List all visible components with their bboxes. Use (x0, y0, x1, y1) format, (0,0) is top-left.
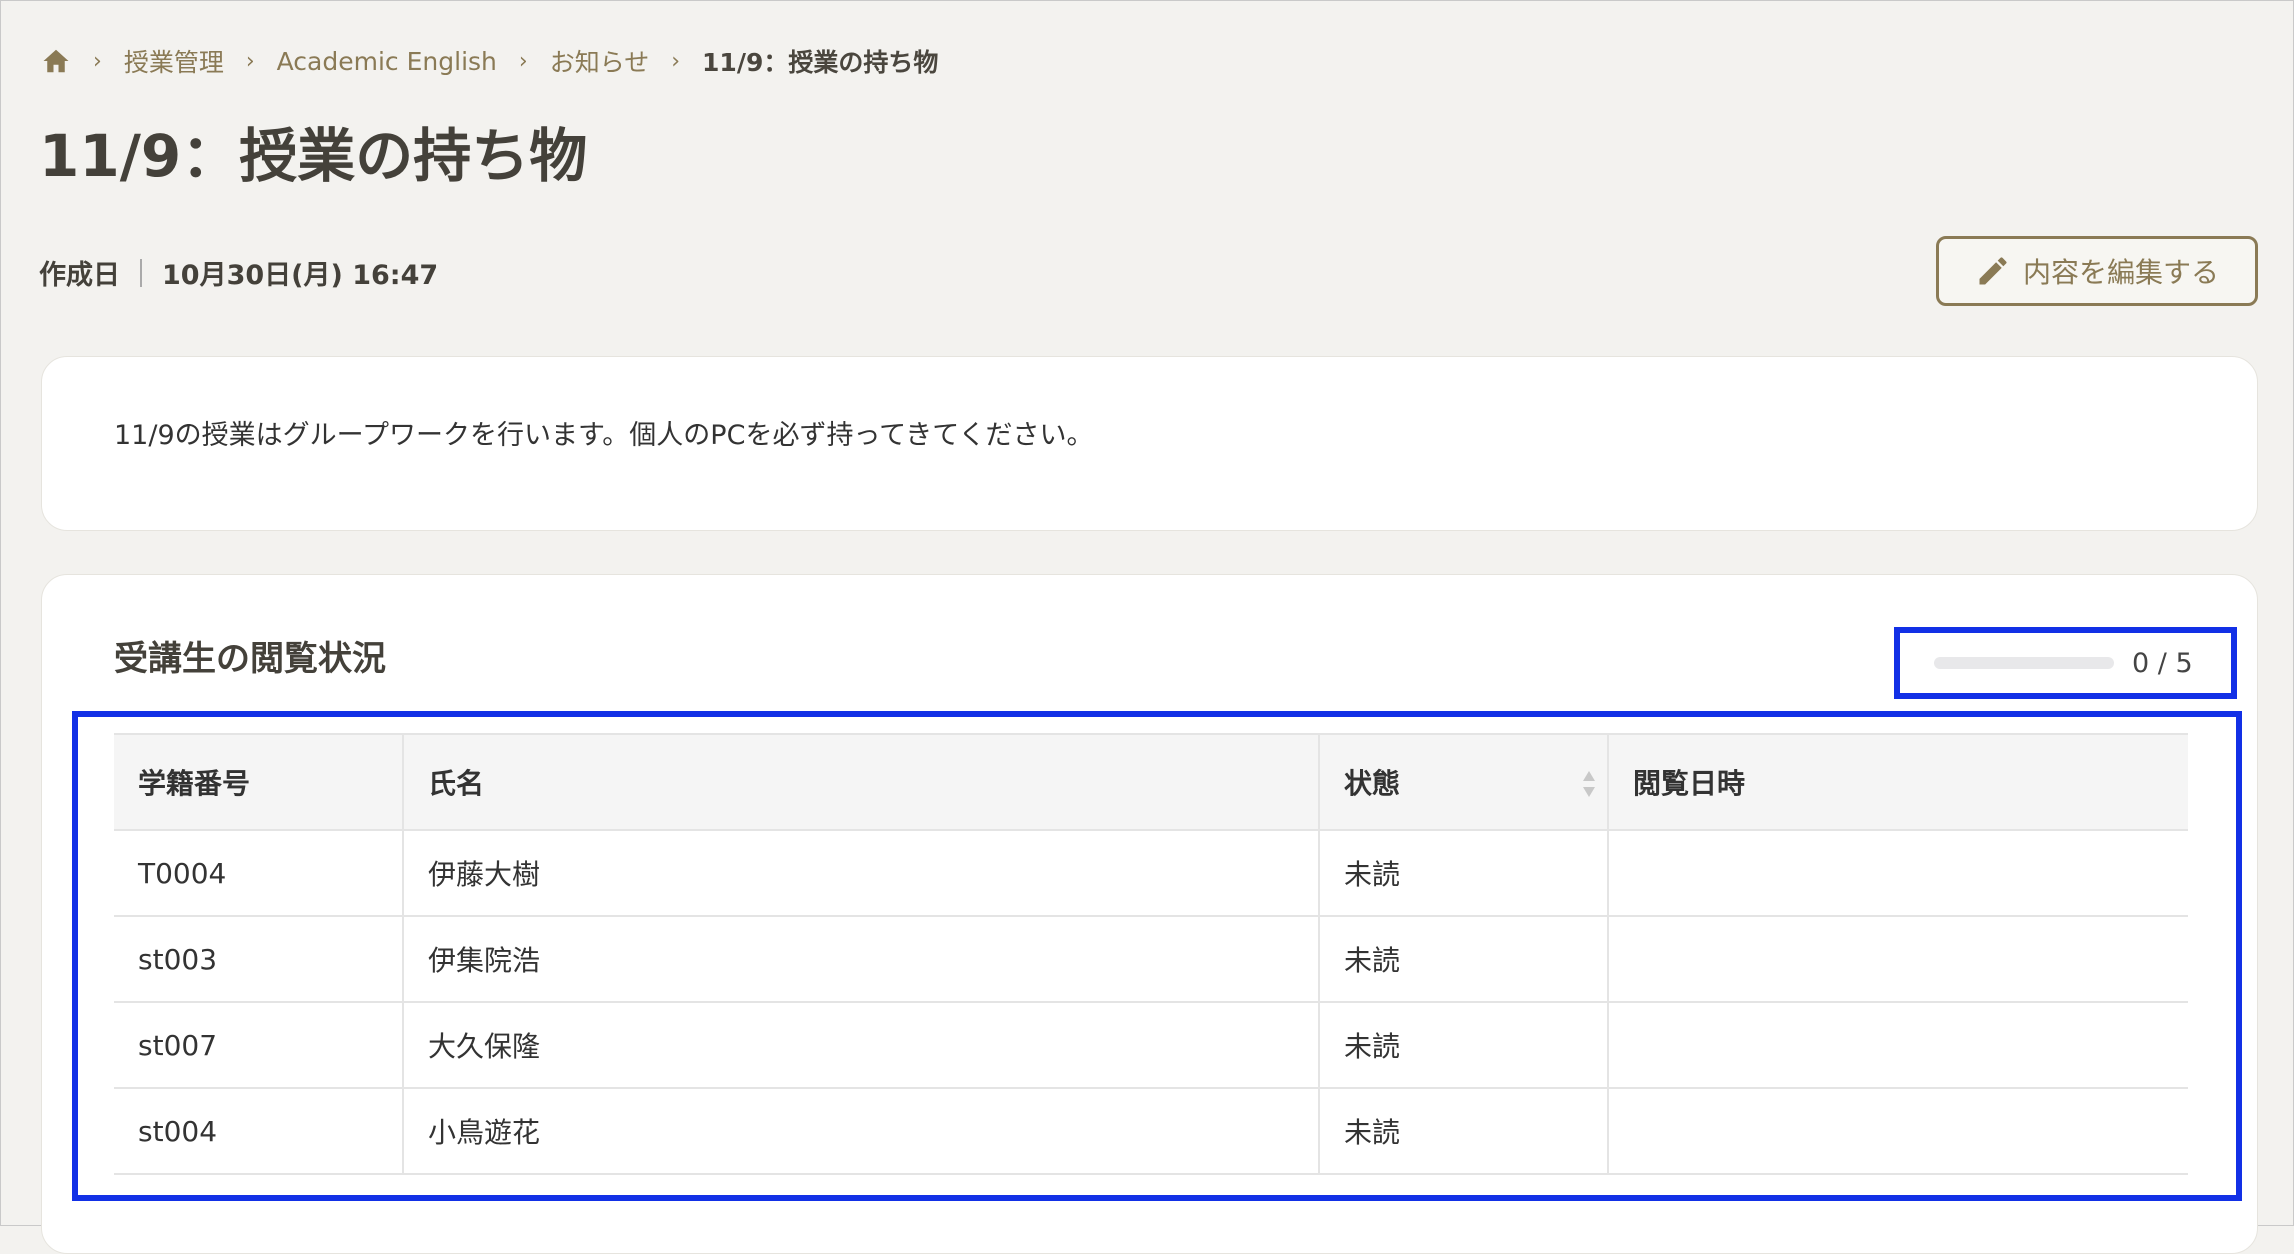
notice-message-card: 11/9の授業はグループワークを行います。個人のPCを必ず持ってきてください。 (41, 356, 2258, 531)
breadcrumb-current: 11/9：授業の持ち物 (702, 48, 939, 77)
cell-status: 未読 (1318, 916, 1608, 1003)
cell-name: 大久保隆 (402, 1002, 1319, 1089)
header-status[interactable]: 状態 (1318, 733, 1608, 831)
student-read-table: 学籍番号 氏名 状態 閲覧日時 T0004 伊藤大樹 未読 st003 伊集院浩… (114, 733, 2188, 1175)
cell-name: 小鳥遊花 (402, 1088, 1319, 1175)
read-status-card: 受講生の閲覧状況 0 / 5 学籍番号 氏名 状態 閲覧日時 T0004 伊藤大… (41, 574, 2258, 1254)
breadcrumb: › 授業管理 › Academic English › お知らせ › 11/9：… (41, 43, 938, 79)
read-status-title: 受講生の閲覧状況 (114, 639, 386, 679)
notice-message-body: 11/9の授業はグループワークを行います。個人のPCを必ず持ってきてください。 (114, 420, 1094, 451)
cell-viewed-at (1607, 916, 2188, 1003)
header-status-label: 状態 (1344, 767, 1401, 800)
cell-student-id: st004 (114, 1088, 403, 1175)
created-date-value: 10月30日(月) 16:47 (162, 260, 439, 291)
cell-name: 伊藤大樹 (402, 830, 1319, 917)
cell-student-id: st003 (114, 916, 403, 1003)
table-header-row: 学籍番号 氏名 状態 閲覧日時 (114, 733, 2188, 831)
breadcrumb-item-course-management[interactable]: 授業管理 (124, 43, 224, 79)
cell-viewed-at (1607, 1088, 2188, 1175)
chevron-right-icon: › (93, 48, 102, 74)
page-title: 11/9：授業の持ち物 (39, 122, 588, 190)
chevron-right-icon: › (671, 48, 681, 74)
table-row: T0004 伊藤大樹 未読 (114, 830, 2188, 917)
header-student-id: 学籍番号 (114, 733, 403, 831)
header-name: 氏名 (402, 733, 1319, 831)
cell-student-id: T0004 (114, 830, 403, 917)
cell-status: 未読 (1318, 830, 1608, 917)
created-date: 作成日 10月30日(月) 16:47 (39, 253, 438, 292)
cell-viewed-at (1607, 1002, 2188, 1089)
meta-divider (140, 258, 142, 287)
breadcrumb-item-notices[interactable]: お知らせ (550, 43, 650, 79)
chevron-right-icon: › (245, 48, 255, 74)
cell-status: 未読 (1318, 1002, 1608, 1089)
created-date-label: 作成日 (39, 260, 120, 291)
read-progress-count: 0 / 5 (2132, 647, 2193, 679)
read-progress-bar (1934, 657, 2114, 669)
edit-content-label: 内容を編集する (2022, 256, 2219, 289)
cell-student-id: st007 (114, 1002, 403, 1089)
sort-icon[interactable] (1581, 769, 1597, 799)
cell-name: 伊集院浩 (402, 916, 1319, 1003)
breadcrumb-item-course[interactable]: Academic English (277, 47, 497, 76)
table-row: st004 小鳥遊花 未読 (114, 1088, 2188, 1175)
table-row: st003 伊集院浩 未読 (114, 916, 2188, 1003)
cell-status: 未読 (1318, 1088, 1608, 1175)
header-viewed-at: 閲覧日時 (1607, 733, 2188, 831)
student-table-frame: 学籍番号 氏名 状態 閲覧日時 T0004 伊藤大樹 未読 st003 伊集院浩… (72, 711, 2242, 1201)
read-progress: 0 / 5 (1894, 627, 2237, 699)
cell-viewed-at (1607, 830, 2188, 917)
pencil-icon (1979, 257, 2007, 285)
edit-content-button[interactable]: 内容を編集する (1936, 236, 2258, 306)
home-icon[interactable] (41, 46, 71, 76)
chevron-right-icon: › (518, 48, 528, 74)
table-row: st007 大久保隆 未読 (114, 1002, 2188, 1089)
